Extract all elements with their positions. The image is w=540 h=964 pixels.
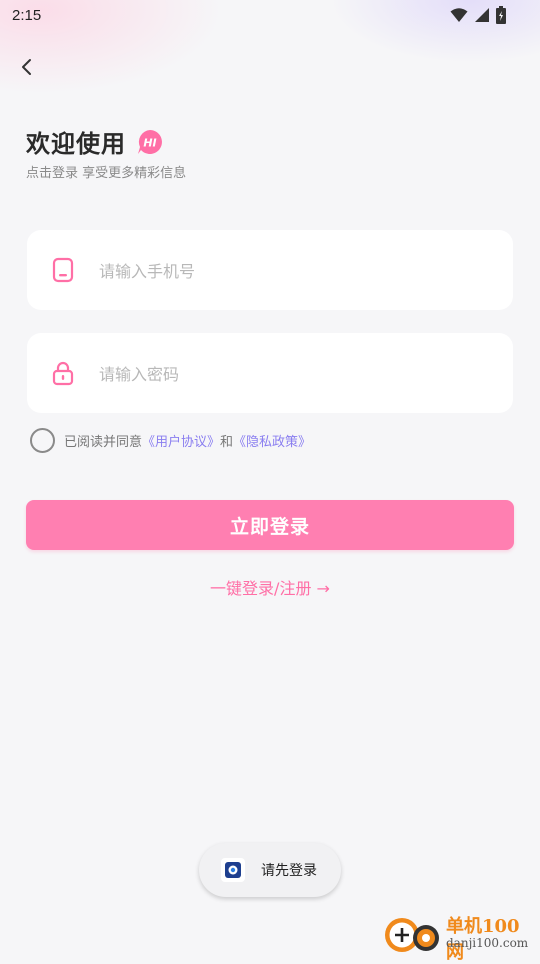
background-gradient	[0, 0, 540, 220]
toast: 请先登录	[199, 843, 341, 897]
page-title: 欢迎使用	[26, 130, 126, 158]
chevron-left-icon	[22, 59, 31, 75]
signal-icon	[475, 8, 489, 22]
toast-text: 请先登录	[261, 863, 317, 879]
login-button[interactable]: 立即登录	[26, 500, 514, 550]
status-time: 2:15	[12, 7, 42, 24]
lock-icon	[52, 361, 74, 386]
agreement-row: 已阅读并同意 《用户协议》 和 《隐私政策》	[30, 428, 311, 453]
watermark-url: danji100.com	[446, 936, 529, 950]
privacy-policy-link[interactable]: 《隐私政策》	[233, 431, 311, 450]
status-bar: 2:15	[0, 0, 540, 32]
subtitle: 点击登录 享受更多精彩信息	[26, 166, 187, 181]
phone-field	[27, 230, 513, 312]
app-logo-icon	[221, 858, 245, 882]
title-row: 欢迎使用 HI	[26, 124, 164, 159]
status-icons	[450, 6, 506, 24]
agreement-prefix: 已阅读并同意	[64, 435, 143, 450]
wifi-icon	[450, 8, 468, 22]
agreement-and: 和	[220, 435, 234, 450]
watermark: 单机100网 danji100.com	[382, 908, 534, 963]
password-field	[27, 333, 513, 415]
hi-badge-text: HI	[143, 136, 156, 149]
watermark-logo-icon	[385, 918, 439, 952]
password-input[interactable]	[97, 333, 501, 415]
quick-login-link[interactable]: 一键登录/注册 →	[0, 575, 540, 599]
speech-bubble-icon: HI	[138, 129, 162, 154]
phone-input[interactable]	[97, 230, 501, 312]
agreement-checkbox[interactable]	[30, 428, 55, 453]
hi-badge: HI	[136, 128, 164, 156]
back-button[interactable]	[12, 52, 42, 82]
user-agreement-link[interactable]: 《用户协议》	[142, 431, 220, 450]
battery-icon	[496, 6, 506, 24]
phone-icon	[52, 257, 74, 283]
